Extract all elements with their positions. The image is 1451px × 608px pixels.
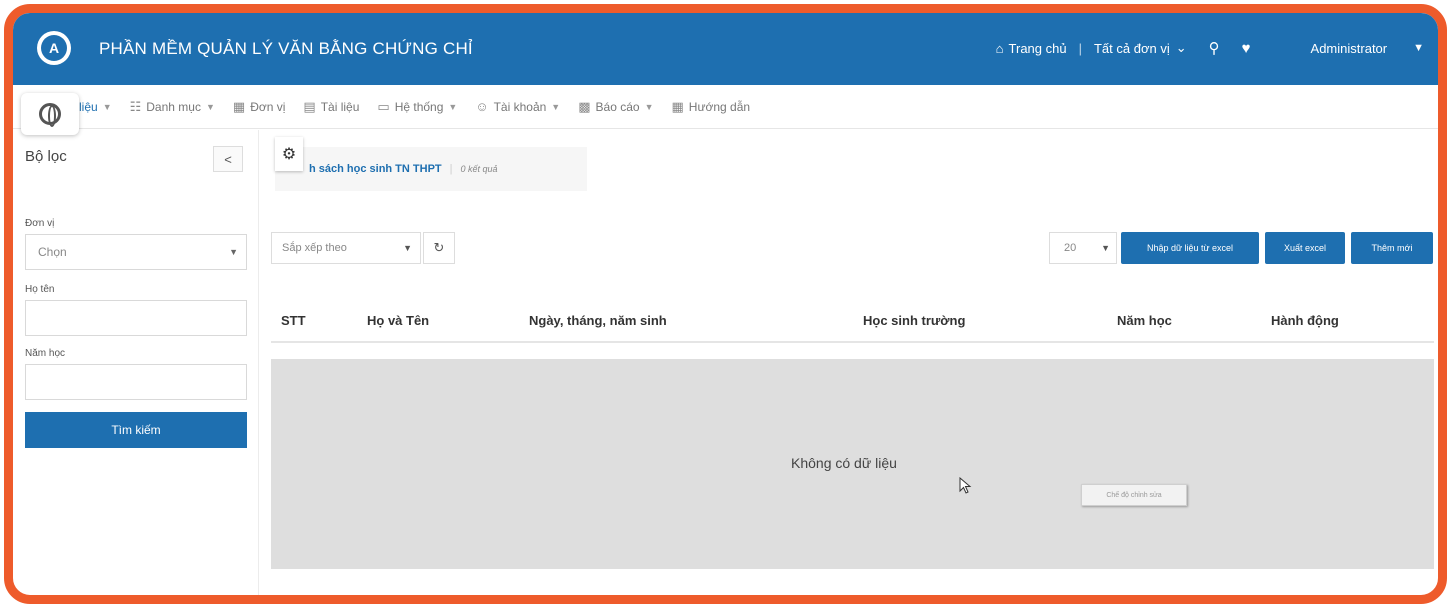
- top-navbar: A PHẦN MỀM QUẢN LÝ VĂN BẰNG CHỨNG CHỈ ⌂ …: [13, 13, 1438, 85]
- bell-icon[interactable]: ♥: [1242, 40, 1251, 57]
- chevron-down-icon: ⌄: [1175, 40, 1187, 55]
- menu-item-data[interactable]: liệu ▼: [79, 100, 112, 114]
- menu-item-categories[interactable]: ☷ Danh mục ▼: [130, 99, 215, 115]
- monitor-icon: ▭: [377, 98, 390, 114]
- page-header: h sách học sinh TN THPT | 0 kết quả: [275, 147, 587, 191]
- settings-button[interactable]: ⚙: [275, 137, 303, 171]
- menu-item-system[interactable]: ▭ Hệ thống ▼: [377, 99, 457, 115]
- refresh-button[interactable]: ↻: [423, 232, 455, 264]
- add-new-button[interactable]: Thêm mới: [1351, 232, 1433, 264]
- column-header-birthdate[interactable]: Ngày, tháng, năm sinh: [529, 313, 667, 328]
- column-header-actions: Hành động: [1271, 313, 1339, 328]
- filter-panel: Bộ lọc < Đơn vị Chọn ▼ Họ tên Năm học Tì…: [13, 130, 259, 595]
- caret-down-icon: ▼: [1101, 243, 1110, 253]
- menu-item-label: Tài liệu: [320, 99, 360, 114]
- home-link[interactable]: ⌂ Trang chủ: [996, 41, 1067, 56]
- filter-title: Bộ lọc: [25, 148, 67, 165]
- table-icon: ▩: [578, 98, 591, 114]
- header-actions: ⌂ Trang chủ | Tất cả đơn vị ⌄ ⚲ ♥ Admini…: [996, 39, 1424, 58]
- units-label: Tất cả đơn vị: [1093, 40, 1170, 56]
- menu-item-label: Hệ thống: [394, 99, 444, 114]
- menu-item-label: Danh mục: [146, 99, 201, 114]
- import-excel-button[interactable]: Nhập dữ liệu từ excel: [1121, 232, 1259, 264]
- gear-icon: ⚙: [281, 146, 297, 163]
- caret-down-icon: ▼: [229, 247, 238, 257]
- app-title: PHẦN MỀM QUẢN LÝ VĂN BẰNG CHỨNG CHỈ: [99, 39, 473, 58]
- menu-item-label: Đơn vị: [250, 99, 286, 114]
- logo-mark: A: [41, 35, 67, 61]
- page-title: h sách học sinh TN THPT: [309, 163, 442, 175]
- name-input[interactable]: [25, 300, 247, 336]
- screenshot-frame: A PHẦN MỀM QUẢN LÝ VĂN BẰNG CHỨNG CHỈ ⌂ …: [4, 4, 1447, 604]
- empty-message: Không có dữ liệu: [791, 455, 897, 471]
- export-excel-button[interactable]: Xuất excel: [1265, 232, 1345, 264]
- menu-item-label: Hướng dẫn: [688, 99, 751, 114]
- chevron-down-icon: ▼: [448, 101, 458, 112]
- caret-down-icon[interactable]: ▼: [1413, 42, 1424, 54]
- column-header-school[interactable]: Học sinh trường: [863, 313, 965, 328]
- tooltip: Chế độ chỉnh sửa: [1081, 484, 1187, 506]
- year-label: Năm học: [25, 348, 66, 359]
- caret-down-icon: ▼: [403, 243, 412, 253]
- mouse-cursor-icon: [959, 477, 972, 494]
- collapse-filter-button[interactable]: <: [213, 146, 243, 172]
- home-icon: ⌂: [995, 40, 1004, 56]
- name-label: Họ tên: [25, 284, 55, 295]
- search-icon[interactable]: ⚲: [1209, 39, 1220, 57]
- main-menu: liệu ▼ ☷ Danh mục ▼ ▦ Đơn vị ▤ Tài liệu …: [13, 85, 1438, 129]
- menu-item-account[interactable]: ☺ Tài khoản ▼: [475, 99, 560, 114]
- page-size-select[interactable]: 20 ▼: [1049, 232, 1117, 264]
- globe-icon: [39, 103, 61, 127]
- chevron-down-icon: ▼: [205, 101, 215, 112]
- user-menu[interactable]: Administrator: [1311, 41, 1388, 56]
- home-label: Trang chủ: [1008, 40, 1067, 56]
- column-header-name[interactable]: Họ và Tên: [367, 313, 429, 328]
- sitemap-icon: ☷: [129, 98, 142, 114]
- menu-item-label: liệu: [79, 99, 98, 114]
- column-header-stt[interactable]: STT: [281, 313, 306, 328]
- chevron-down-icon: ▼: [644, 101, 654, 112]
- table-body-empty: Không có dữ liệu Chế độ chỉnh sửa: [271, 359, 1434, 569]
- unit-select[interactable]: Chọn ▼: [25, 234, 247, 270]
- user-icon: ☺: [475, 99, 489, 114]
- menu-item-reports[interactable]: ▩ Báo cáo ▼: [578, 99, 653, 115]
- table-header: STT Họ và Tên Ngày, tháng, năm sinh Học …: [271, 303, 1434, 343]
- menu-item-label: Tài khoản: [493, 99, 547, 114]
- unit-select-value: Chọn: [38, 245, 67, 259]
- menu-item-label: Báo cáo: [595, 99, 640, 114]
- building-icon: ▦: [671, 98, 684, 114]
- menu-item-documents[interactable]: ▤ Tài liệu: [303, 99, 359, 115]
- result-count: 0 kết quả: [460, 164, 498, 174]
- sort-select-label: Sắp xếp theo: [282, 242, 347, 254]
- year-input[interactable]: [25, 364, 247, 400]
- menu-item-guide[interactable]: ▦ Hướng dẫn: [671, 99, 750, 115]
- title-divider: |: [449, 163, 453, 175]
- refresh-icon: ↻: [433, 240, 445, 255]
- language-button[interactable]: [21, 93, 79, 135]
- app-logo[interactable]: A: [37, 31, 71, 65]
- chevron-down-icon: ▼: [102, 101, 112, 112]
- building-icon: ▦: [232, 98, 246, 114]
- search-button[interactable]: Tìm kiếm: [25, 412, 247, 448]
- sort-select[interactable]: Sắp xếp theo ▼: [271, 232, 421, 264]
- page-size-value: 20: [1064, 242, 1077, 254]
- menu-item-units[interactable]: ▦ Đơn vị: [233, 99, 286, 115]
- document-icon: ▤: [303, 98, 316, 114]
- unit-label: Đơn vị: [25, 218, 55, 229]
- units-dropdown[interactable]: Tất cả đơn vị ⌄: [1094, 40, 1187, 56]
- header-separator: |: [1078, 40, 1082, 56]
- column-header-year[interactable]: Năm học: [1117, 313, 1172, 328]
- chevron-down-icon: ▼: [551, 101, 561, 112]
